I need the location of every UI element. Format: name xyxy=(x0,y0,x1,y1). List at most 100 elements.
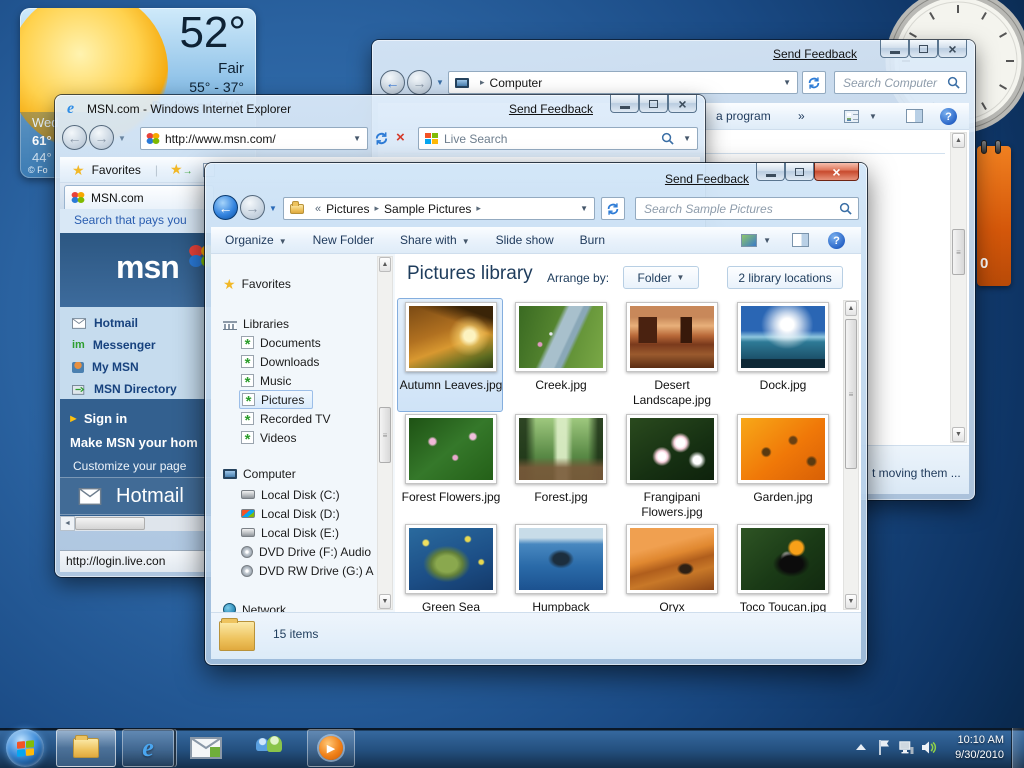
back-button[interactable]: ← xyxy=(213,195,238,220)
sidebar-item-dvd-g[interactable]: DVD RW Drive (G:) A xyxy=(241,561,373,580)
toolbar-partial-item[interactable]: a program xyxy=(716,109,771,123)
minimize-button[interactable] xyxy=(610,95,639,113)
show-hidden-icons-button[interactable] xyxy=(856,744,866,750)
preview-pane-icon[interactable] xyxy=(906,109,923,123)
back-button[interactable]: ← xyxy=(380,70,405,95)
sidebar-item-music[interactable]: *Music xyxy=(241,371,291,390)
breadcrumb-overflow-icon[interactable]: « xyxy=(310,203,326,215)
link-row[interactable]: My MSN xyxy=(72,360,139,374)
make-home-link[interactable]: Make MSN your hom xyxy=(70,435,198,450)
breadcrumb-arrow-icon[interactable]: ▸ xyxy=(471,203,486,214)
calendar-gadget[interactable]: 0 xyxy=(977,146,1011,286)
close-button[interactable]: × xyxy=(938,40,967,58)
start-button[interactable] xyxy=(6,729,44,767)
scroll-down-button[interactable]: ▼ xyxy=(952,427,965,442)
burn-button[interactable]: Burn xyxy=(580,233,605,247)
maximize-button[interactable] xyxy=(785,163,814,181)
url-text[interactable]: http://www.msn.com/ xyxy=(165,132,276,146)
taskbar-messenger-button[interactable] xyxy=(252,736,292,760)
network-tray-icon[interactable] xyxy=(899,741,914,760)
add-favorite-icon[interactable]: ★→ xyxy=(170,162,193,177)
sidebar-item-dvd-f[interactable]: DVD Drive (F:) Audio xyxy=(241,542,371,561)
scrollbar[interactable]: ▲ ≡ ▼ xyxy=(950,132,967,443)
scroll-up-button[interactable]: ▲ xyxy=(952,133,965,148)
send-feedback-link[interactable]: Send Feedback xyxy=(665,172,749,186)
sidebar-item-disk-d[interactable]: Local Disk (D:) xyxy=(241,504,340,523)
breadcrumb-arrow-icon[interactable]: ▸ xyxy=(369,203,384,214)
pictures-window[interactable]: Send Feedback × ← → ▼ « Pictures ▸ Sampl… xyxy=(205,163,867,665)
link-row[interactable]: MSN Directory xyxy=(72,382,177,396)
search-icon[interactable] xyxy=(839,202,852,215)
sidebar-item-network[interactable]: Network xyxy=(223,600,286,612)
breadcrumb-pictures[interactable]: Pictures xyxy=(326,202,369,216)
forward-button[interactable]: → xyxy=(407,70,432,95)
stop-icon[interactable]: × xyxy=(396,129,405,146)
slide-show-button[interactable]: Slide show xyxy=(496,233,554,247)
scroll-thumb[interactable]: ≡ xyxy=(845,319,857,469)
sidebar-item-computer[interactable]: Computer xyxy=(223,464,296,483)
breadcrumb-sample-pictures[interactable]: Sample Pictures xyxy=(384,202,471,216)
taskbar-media-player-button[interactable]: ▶ xyxy=(307,729,355,767)
items-scrollbar[interactable]: ▲ ≡ ▼ xyxy=(843,300,859,610)
scroll-thumb[interactable]: ≡ xyxy=(379,407,391,463)
sidebar-item-pictures[interactable]: *Pictures xyxy=(239,390,313,409)
link-row[interactable]: Hotmail xyxy=(72,316,138,330)
sidebar-item-favorites[interactable]: ★Favorites xyxy=(223,274,291,293)
back-button[interactable]: ← xyxy=(62,125,87,150)
send-feedback-link[interactable]: Send Feedback xyxy=(773,47,857,61)
address-bar[interactable]: ▸ Computer ▼ xyxy=(448,71,798,94)
taskbar-explorer-button[interactable] xyxy=(56,729,116,767)
refresh-button[interactable] xyxy=(374,131,389,151)
search-box[interactable]: Search Sample Pictures xyxy=(635,197,859,220)
scroll-up-button[interactable]: ▲ xyxy=(379,257,391,272)
arrange-by-button[interactable]: Folder▼ xyxy=(623,266,699,289)
close-button[interactable]: × xyxy=(814,163,859,181)
scroll-down-button[interactable]: ▼ xyxy=(379,594,391,609)
maximize-button[interactable] xyxy=(639,95,668,113)
send-feedback-link[interactable]: Send Feedback xyxy=(509,102,593,116)
search-box[interactable]: Search Computer xyxy=(834,71,967,94)
forward-button[interactable]: → xyxy=(240,195,265,220)
scroll-thumb[interactable] xyxy=(75,517,145,530)
recent-pages-chevron-icon[interactable]: ▼ xyxy=(436,78,444,87)
address-dropdown-icon[interactable]: ▼ xyxy=(580,204,588,213)
search-pays-link[interactable]: Search that pays you xyxy=(74,213,187,227)
taskbar-ie-button[interactable]: e xyxy=(122,729,174,767)
new-folder-button[interactable]: New Folder xyxy=(313,233,374,247)
share-with-button[interactable]: Share with▼ xyxy=(400,233,470,247)
customize-link[interactable]: Customize your page xyxy=(73,459,186,473)
sidebar-item-documents[interactable]: *Documents xyxy=(241,333,321,352)
refresh-button[interactable] xyxy=(802,71,826,94)
link-row[interactable]: im Messenger xyxy=(72,338,156,352)
close-button[interactable]: × xyxy=(668,95,697,113)
views-icon[interactable] xyxy=(741,234,757,247)
toolbar-overflow-icon[interactable]: » xyxy=(798,109,805,123)
sidebar-item-disk-e[interactable]: Local Disk (E:) xyxy=(241,523,339,542)
breadcrumb-computer[interactable]: Computer xyxy=(490,76,543,90)
show-desktop-button[interactable] xyxy=(1011,728,1024,768)
library-locations-button[interactable]: 2 library locations xyxy=(727,266,843,289)
scroll-left-button[interactable]: ◄ xyxy=(60,516,75,531)
url-dropdown-icon[interactable]: ▼ xyxy=(353,134,361,143)
minimize-button[interactable] xyxy=(880,40,909,58)
tray-clock[interactable]: 10:10 AM 9/30/2010 xyxy=(955,733,1004,763)
forward-button[interactable]: → xyxy=(89,125,114,150)
recent-pages-chevron-icon[interactable]: ▼ xyxy=(118,134,126,143)
search-icon[interactable] xyxy=(947,76,960,89)
action-center-flag-icon[interactable] xyxy=(878,739,890,756)
search-icon[interactable] xyxy=(661,132,674,145)
taskbar-mail-button[interactable] xyxy=(190,737,222,764)
views-icon[interactable] xyxy=(844,110,859,123)
scroll-up-button[interactable]: ▲ xyxy=(845,301,857,316)
help-icon[interactable]: ? xyxy=(940,108,957,125)
recent-pages-chevron-icon[interactable]: ▼ xyxy=(269,204,277,213)
minimize-button[interactable] xyxy=(756,163,785,181)
preview-pane-icon[interactable] xyxy=(792,233,809,247)
live-search-box[interactable]: Live Search ▼ xyxy=(418,127,698,150)
search-options-icon[interactable]: ▼ xyxy=(683,134,691,143)
address-dropdown-icon[interactable]: ▼ xyxy=(783,78,791,87)
sign-in-row[interactable]: ► Sign in xyxy=(68,411,127,426)
sidebar-item-recorded-tv[interactable]: *Recorded TV xyxy=(241,409,330,428)
maximize-button[interactable] xyxy=(909,40,938,58)
views-dropdown-icon[interactable]: ▼ xyxy=(763,236,771,245)
